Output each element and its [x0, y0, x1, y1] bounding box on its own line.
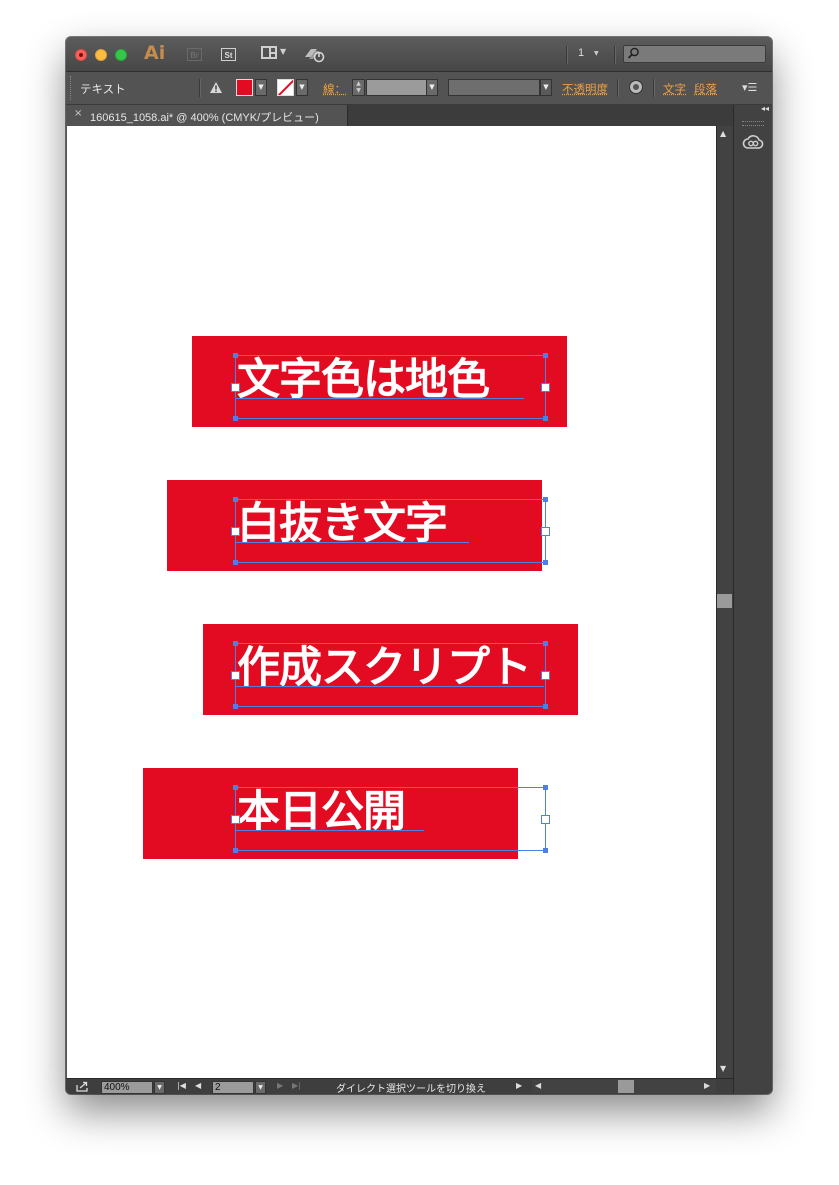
- in-port-handle[interactable]: [231, 527, 240, 536]
- artboard-dropdown[interactable]: ▼: [255, 1081, 266, 1094]
- zoom-dropdown[interactable]: ▼: [154, 1081, 165, 1094]
- scroll-up-icon[interactable]: ▲: [720, 129, 726, 138]
- scroll-left-icon[interactable]: ◀: [535, 1081, 541, 1090]
- scroll-right-icon[interactable]: ▶: [704, 1081, 710, 1090]
- document-tab[interactable]: × 160615_1058.ai* @ 400% (CMYK/プレビュー): [66, 105, 348, 126]
- character-panel-link[interactable]: 文字: [663, 81, 686, 97]
- out-port-handle[interactable]: [541, 671, 550, 680]
- anchor-point[interactable]: [543, 497, 548, 502]
- out-port-handle[interactable]: [541, 527, 550, 536]
- anchor-point[interactable]: [543, 704, 548, 709]
- zoom-field[interactable]: 400%: [101, 1081, 153, 1094]
- in-port-handle[interactable]: [231, 671, 240, 680]
- artboard-number-field[interactable]: 2: [212, 1081, 254, 1094]
- text-bounding-box[interactable]: [235, 355, 546, 419]
- arrange-documents-icon[interactable]: [261, 46, 277, 59]
- app-logo: Ai: [144, 42, 166, 64]
- in-port-handle[interactable]: [231, 815, 240, 824]
- search-icon: [627, 47, 639, 59]
- in-port-handle[interactable]: [231, 383, 240, 392]
- status-message: ダイレクト選択ツールを切り換え: [336, 1084, 486, 1094]
- anchor-point[interactable]: [543, 353, 548, 358]
- control-grip[interactable]: [70, 76, 73, 100]
- recolor-artwork-icon[interactable]: [629, 80, 643, 94]
- title-bar: Ai Br St ▼ 1 ▼: [66, 37, 772, 72]
- fill-color-swatch[interactable]: [236, 79, 253, 96]
- text-baseline: [236, 686, 544, 687]
- selection-type-label: テキスト: [80, 82, 126, 96]
- close-window-button[interactable]: [75, 49, 87, 61]
- minimize-window-button[interactable]: [95, 49, 107, 61]
- workspace-indicator[interactable]: 1: [578, 47, 584, 59]
- opacity-label[interactable]: 不透明度: [562, 81, 608, 97]
- text-bounding-box[interactable]: [235, 499, 546, 563]
- creative-cloud-libraries-icon[interactable]: [742, 134, 764, 152]
- anchor-point[interactable]: [543, 785, 548, 790]
- bridge-button[interactable]: Br: [187, 48, 202, 61]
- first-artboard-icon[interactable]: |◀: [177, 1081, 186, 1090]
- out-port-handle[interactable]: [541, 383, 550, 392]
- anchor-point[interactable]: [233, 560, 238, 565]
- anchor-point[interactable]: [233, 353, 238, 358]
- anchor-point[interactable]: [233, 785, 238, 790]
- text-bounding-box[interactable]: [235, 787, 546, 851]
- close-tab-icon[interactable]: ×: [74, 108, 82, 119]
- illustrator-window: Ai Br St ▼ 1 ▼ テキスト ▼ ▼ 線： ▲ ▼ ▼ ▼ 不透明度 …: [66, 37, 772, 1094]
- status-menu-icon[interactable]: ▶: [516, 1081, 522, 1090]
- anchor-point[interactable]: [543, 641, 548, 646]
- variable-width-profile[interactable]: [448, 79, 540, 96]
- anchor-point[interactable]: [233, 497, 238, 502]
- document-tab-bar: × 160615_1058.ai* @ 400% (CMYK/プレビュー): [66, 105, 772, 126]
- stroke-label[interactable]: 線：: [323, 81, 346, 97]
- last-artboard-icon[interactable]: ▶|: [292, 1081, 301, 1090]
- stroke-weight-stepper[interactable]: ▲ ▼: [352, 79, 365, 96]
- stroke-weight-field[interactable]: [366, 79, 427, 96]
- chevron-down-icon[interactable]: ▼: [280, 47, 286, 56]
- anchor-point[interactable]: [543, 848, 548, 853]
- anchor-point[interactable]: [233, 704, 238, 709]
- text-bounding-box[interactable]: [235, 643, 546, 707]
- status-bar: 400% ▼ |◀ ◀ 2 ▼ ▶ ▶| ダイレクト選択ツールを切り換え ▶ ◀…: [66, 1078, 733, 1094]
- scroll-down-icon[interactable]: ▼: [720, 1064, 726, 1073]
- control-panel: テキスト ▼ ▼ 線： ▲ ▼ ▼ ▼ 不透明度 文字 段落 ▾☰: [66, 72, 772, 105]
- out-port-handle[interactable]: [541, 815, 550, 824]
- search-input[interactable]: [623, 45, 766, 63]
- horizontal-scroll-thumb[interactable]: [618, 1080, 634, 1093]
- zoom-window-button[interactable]: [115, 49, 127, 61]
- warning-icon[interactable]: [209, 81, 223, 94]
- fill-dropdown[interactable]: ▼: [255, 79, 267, 96]
- next-artboard-icon[interactable]: ▶: [277, 1081, 283, 1090]
- dock-grip[interactable]: [742, 121, 764, 126]
- anchor-point[interactable]: [543, 416, 548, 421]
- stroke-color-swatch[interactable]: [277, 79, 294, 96]
- paragraph-panel-link[interactable]: 段落: [694, 81, 717, 97]
- document-tab-title: 160615_1058.ai* @ 400% (CMYK/プレビュー): [90, 112, 319, 124]
- collapse-panels-icon[interactable]: ◂◂: [761, 104, 769, 113]
- artboard-canvas[interactable]: 文字色は地色 白抜き文字 作成スクリプト 本日公開: [67, 126, 716, 1078]
- text-baseline: [236, 830, 424, 831]
- stroke-dropdown[interactable]: ▼: [296, 79, 308, 96]
- share-icon[interactable]: [76, 1081, 89, 1092]
- anchor-point[interactable]: [543, 560, 548, 565]
- text-baseline: [236, 398, 524, 399]
- previous-artboard-icon[interactable]: ◀: [195, 1081, 201, 1090]
- vertical-scrollbar[interactable]: ▲ ▼: [716, 126, 733, 1078]
- profile-dropdown[interactable]: ▼: [540, 79, 552, 96]
- panel-dock: ◂◂: [733, 104, 772, 1094]
- gpu-performance-icon[interactable]: [303, 45, 325, 63]
- anchor-point[interactable]: [233, 848, 238, 853]
- anchor-point[interactable]: [233, 641, 238, 646]
- control-menu-icon[interactable]: ▾☰: [742, 81, 757, 94]
- stroke-weight-dropdown[interactable]: ▼: [426, 79, 438, 96]
- horizontal-scrollbar[interactable]: ◀ ▶: [532, 1080, 716, 1093]
- stock-button[interactable]: St: [221, 48, 236, 61]
- chevron-down-icon[interactable]: ▼: [594, 50, 599, 57]
- text-baseline: [236, 542, 469, 543]
- vertical-scroll-thumb[interactable]: [717, 594, 732, 608]
- anchor-point[interactable]: [233, 416, 238, 421]
